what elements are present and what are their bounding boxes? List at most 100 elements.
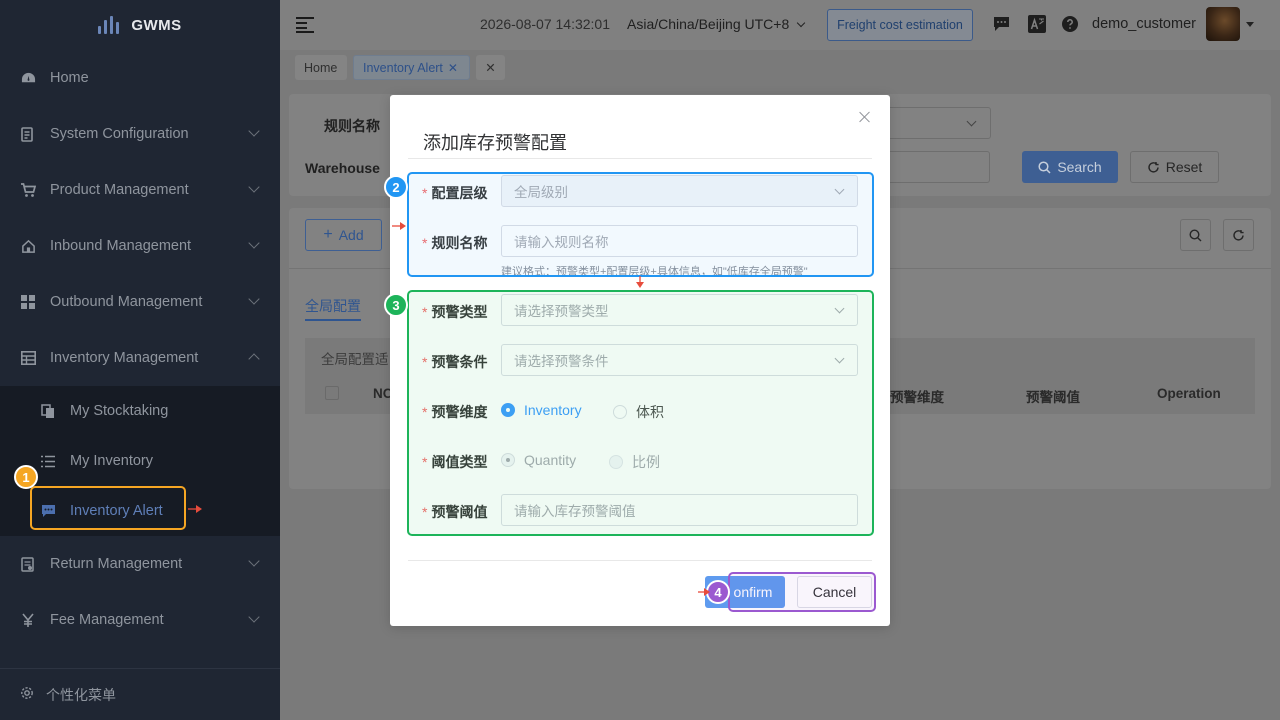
arrow-right-icon — [698, 588, 710, 596]
home-icon — [20, 238, 36, 254]
tab-home[interactable]: Home — [295, 55, 347, 80]
table-icon — [20, 350, 36, 366]
tab-label: Home — [304, 60, 338, 75]
warehouse-filter-label: Warehouse — [305, 160, 380, 176]
filter-select[interactable] — [880, 107, 991, 139]
annotation-box-2 — [407, 172, 874, 277]
dialog-title: 添加库存预警配置 — [423, 133, 567, 153]
timezone-select[interactable]: Asia/China/Beijing UTC+8 — [627, 16, 806, 32]
help-icon[interactable] — [1061, 15, 1079, 33]
submenu-item-my-stocktaking[interactable]: My Stocktaking — [0, 386, 280, 436]
translate-icon[interactable] — [1028, 15, 1046, 33]
search-icon — [1189, 228, 1202, 241]
menu-label: Inventory Management — [50, 350, 199, 366]
personalize-menu-button[interactable]: 个性化菜单 — [0, 668, 280, 720]
refresh-icon — [1233, 229, 1244, 241]
submenu-label: My Inventory — [70, 453, 153, 469]
menu-label: Product Management — [50, 182, 189, 198]
chevron-down-icon — [966, 116, 977, 127]
search-button-label: Search — [1057, 159, 1102, 175]
timezone-label: Asia/China/Beijing UTC+8 — [627, 16, 790, 32]
app-logo[interactable]: GWMS — [0, 0, 280, 50]
chevron-down-icon — [248, 125, 260, 137]
filter-input[interactable] — [880, 151, 990, 183]
add-button-label: Add — [338, 227, 364, 243]
reset-button[interactable]: Reset — [1130, 151, 1219, 183]
submenu-label: My Stocktaking — [70, 403, 169, 419]
divider — [408, 158, 872, 159]
search-button[interactable]: Search — [1022, 151, 1118, 183]
tab-label: Inventory Alert — [363, 60, 443, 75]
annotation-badge-2: 2 — [384, 175, 408, 199]
menu-item-product-management[interactable]: Product Management — [0, 162, 280, 218]
annotation-box-3 — [407, 290, 874, 536]
chevron-down-icon — [248, 237, 260, 249]
column-operation: Operation — [1157, 386, 1221, 401]
grid-icon — [20, 294, 36, 310]
cart-icon — [20, 182, 36, 198]
menu-item-fee-management[interactable]: Fee Management — [0, 592, 280, 648]
document-icon — [20, 556, 36, 572]
gear-icon — [20, 686, 34, 703]
chevron-down-icon — [248, 181, 260, 193]
search-toggle-button[interactable] — [1180, 219, 1211, 251]
menu-item-inventory-management[interactable]: Inventory Management — [0, 330, 280, 386]
menu-label: Fee Management — [50, 612, 164, 628]
top-header: 2026-08-07 14:32:01 Asia/China/Beijing U… — [280, 0, 1280, 50]
caret-down-icon[interactable] — [1246, 22, 1254, 27]
close-icon[interactable] — [858, 110, 872, 124]
close-icon[interactable]: ✕ — [448, 61, 458, 75]
tab-global-config[interactable]: 全局配置 — [305, 296, 361, 316]
menu-label: System Configuration — [50, 126, 189, 142]
current-datetime: 2026-08-07 14:32:01 — [480, 16, 610, 32]
app-name: GWMS — [131, 16, 182, 34]
menu-label: Home — [50, 70, 89, 86]
annotation-box-4 — [728, 572, 876, 612]
copy-icon — [40, 403, 56, 419]
refresh-icon — [1148, 161, 1159, 173]
column-dimension: 预警维度 — [890, 390, 944, 405]
menu-item-return-management[interactable]: Return Management — [0, 536, 280, 592]
username[interactable]: demo_customer — [1092, 16, 1196, 32]
annotation-box-1 — [30, 486, 186, 530]
menu-item-inbound-management[interactable]: Inbound Management — [0, 218, 280, 274]
sidebar: GWMS Home System Configuration Product M… — [0, 0, 280, 720]
tab-inventory-alert[interactable]: Inventory Alert ✕ — [353, 55, 470, 80]
freight-cost-estimation-button[interactable]: Freight cost estimation — [827, 9, 973, 41]
menu-item-system-configuration[interactable]: System Configuration — [0, 106, 280, 162]
close-icon: ✕ — [485, 61, 496, 75]
menu-collapse-icon[interactable] — [296, 17, 314, 33]
logo-bars-icon — [98, 16, 120, 34]
menu-label: Inbound Management — [50, 238, 192, 254]
arrow-right-icon — [392, 222, 406, 230]
add-button[interactable]: + Add — [305, 219, 382, 251]
menu-item-outbound-management[interactable]: Outbound Management — [0, 274, 280, 330]
chevron-down-icon — [248, 555, 260, 567]
menu-label: Return Management — [50, 556, 183, 572]
select-all-checkbox[interactable] — [325, 386, 339, 400]
arrow-down-icon — [636, 276, 644, 288]
rule-name-filter-label: 规则名称 — [324, 118, 380, 134]
footer-label: 个性化菜单 — [46, 686, 116, 703]
arrow-right-icon — [188, 505, 202, 513]
global-config-note: 全局配置适 — [321, 352, 389, 367]
message-icon[interactable] — [992, 15, 1010, 33]
refresh-button[interactable] — [1223, 219, 1254, 251]
yen-icon — [20, 612, 36, 628]
avatar[interactable] — [1206, 7, 1240, 41]
chevron-up-icon — [248, 353, 260, 365]
column-threshold: 预警阈值 — [1026, 390, 1080, 405]
chevron-down-icon — [248, 611, 260, 623]
close-tabs-button[interactable]: ✕ — [476, 55, 505, 80]
chevron-down-icon — [248, 293, 260, 305]
list-icon — [40, 453, 56, 469]
dashboard-icon — [20, 70, 36, 86]
menu-item-home[interactable]: Home — [0, 50, 280, 106]
divider — [408, 560, 872, 561]
annotation-badge-1: 1 — [14, 465, 38, 489]
submenu-item-my-inventory[interactable]: My Inventory — [0, 436, 280, 486]
menu-label: Outbound Management — [50, 294, 203, 310]
reset-button-label: Reset — [1165, 159, 1203, 175]
annotation-badge-3: 3 — [384, 293, 408, 317]
plus-icon: + — [323, 226, 333, 243]
